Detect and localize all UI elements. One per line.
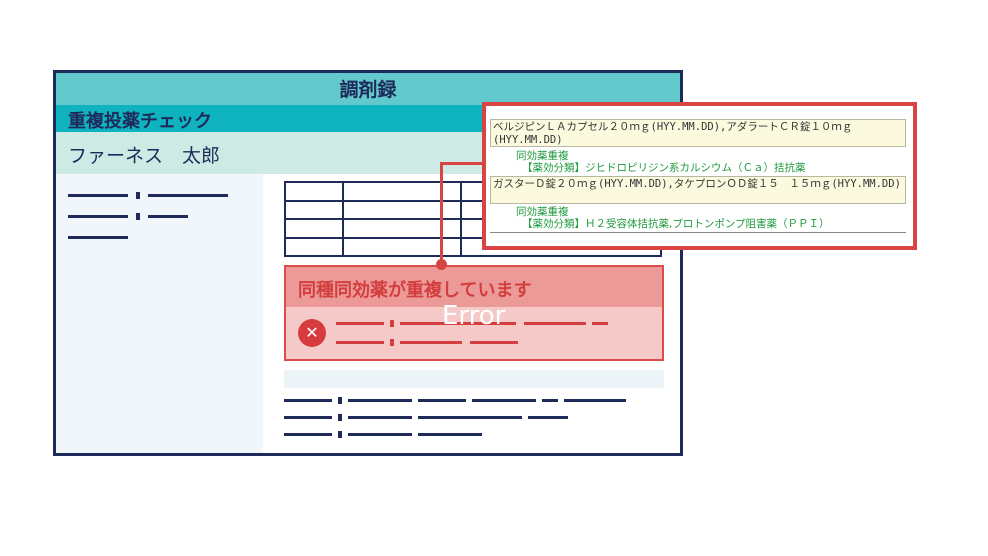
placeholder-line (348, 399, 412, 402)
section-title: 重複投薬チェック (68, 111, 212, 132)
placeholder-line (68, 194, 128, 197)
placeholder-line (564, 399, 626, 402)
duplicate-notice: 同効薬重複 【薬効分類】ジヒドロピリジン系カルシウム（Ｃａ）拮抗薬 (516, 150, 806, 174)
placeholder-line (68, 236, 128, 239)
placeholder-line (418, 399, 466, 402)
placeholder-line (348, 433, 412, 436)
placeholder-line (472, 399, 536, 402)
close-circle-icon[interactable]: ✕ (298, 319, 326, 347)
placeholder-line (524, 322, 586, 325)
patient-name: ファーネス 太郎 (68, 145, 221, 167)
placeholder-colon (338, 414, 342, 421)
placeholder-line (528, 416, 568, 419)
placeholder-line (68, 215, 128, 218)
placeholder-line (284, 399, 332, 402)
placeholder-colon (338, 431, 342, 438)
lower-header-bar (284, 370, 664, 388)
placeholder-line (400, 341, 462, 344)
error-alert: 同種同効薬が重複しています ✕ Error (284, 265, 664, 361)
sidebar (56, 174, 263, 453)
callout-connector (440, 162, 484, 165)
placeholder-line (592, 322, 608, 325)
placeholder-colon (338, 397, 342, 404)
placeholder-line (336, 341, 384, 344)
placeholder-line (148, 215, 188, 218)
placeholder-colon (390, 339, 394, 346)
panel-divider (490, 232, 906, 233)
placeholder-line (542, 399, 558, 402)
callout-anchor-dot (436, 259, 447, 270)
window-title: 調剤録 (56, 73, 680, 105)
drug-class: 【薬効分類】ジヒドロピリジン系カルシウム（Ｃａ）拮抗薬 (522, 162, 806, 174)
placeholder-line (348, 416, 412, 419)
callout-connector (440, 162, 443, 264)
placeholder-colon (136, 213, 140, 220)
placeholder-line (148, 194, 228, 197)
placeholder-line (418, 416, 522, 419)
placeholder-line (418, 433, 482, 436)
placeholder-line (336, 322, 384, 325)
duplicate-notice: 同効薬重複 【薬効分類】Ｈ２受容体拮抗薬,プロトンポンプ阻害薬（ＰＰＩ） (516, 206, 830, 230)
error-heading: 同種同効薬が重複しています (298, 280, 532, 301)
placeholder-line (284, 416, 332, 419)
drug-class: 【薬効分類】Ｈ２受容体拮抗薬,プロトンポンプ阻害薬（ＰＰＩ） (522, 218, 830, 230)
duplicate-label: 同効薬重複 (516, 150, 569, 162)
duplicate-label: 同効薬重複 (516, 206, 569, 218)
placeholder-line (284, 433, 332, 436)
duplicate-detail-panel: ベルジピンＬＡカプセル２０ｍｇ(HYY.MM.DD),アダラートＣＲ錠１０ｍｇ(… (482, 102, 917, 250)
drug-entry: ガスターＤ錠２０ｍｇ(HYY.MM.DD),タケプロンＯＤ錠１５ １５ｍｇ(HY… (490, 176, 906, 204)
error-overlay-label: Error (442, 301, 506, 331)
placeholder-line (470, 341, 518, 344)
drug-entry: ベルジピンＬＡカプセル２０ｍｇ(HYY.MM.DD),アダラートＣＲ錠１０ｍｇ(… (490, 119, 906, 147)
placeholder-colon (136, 192, 140, 199)
placeholder-colon (390, 320, 394, 327)
